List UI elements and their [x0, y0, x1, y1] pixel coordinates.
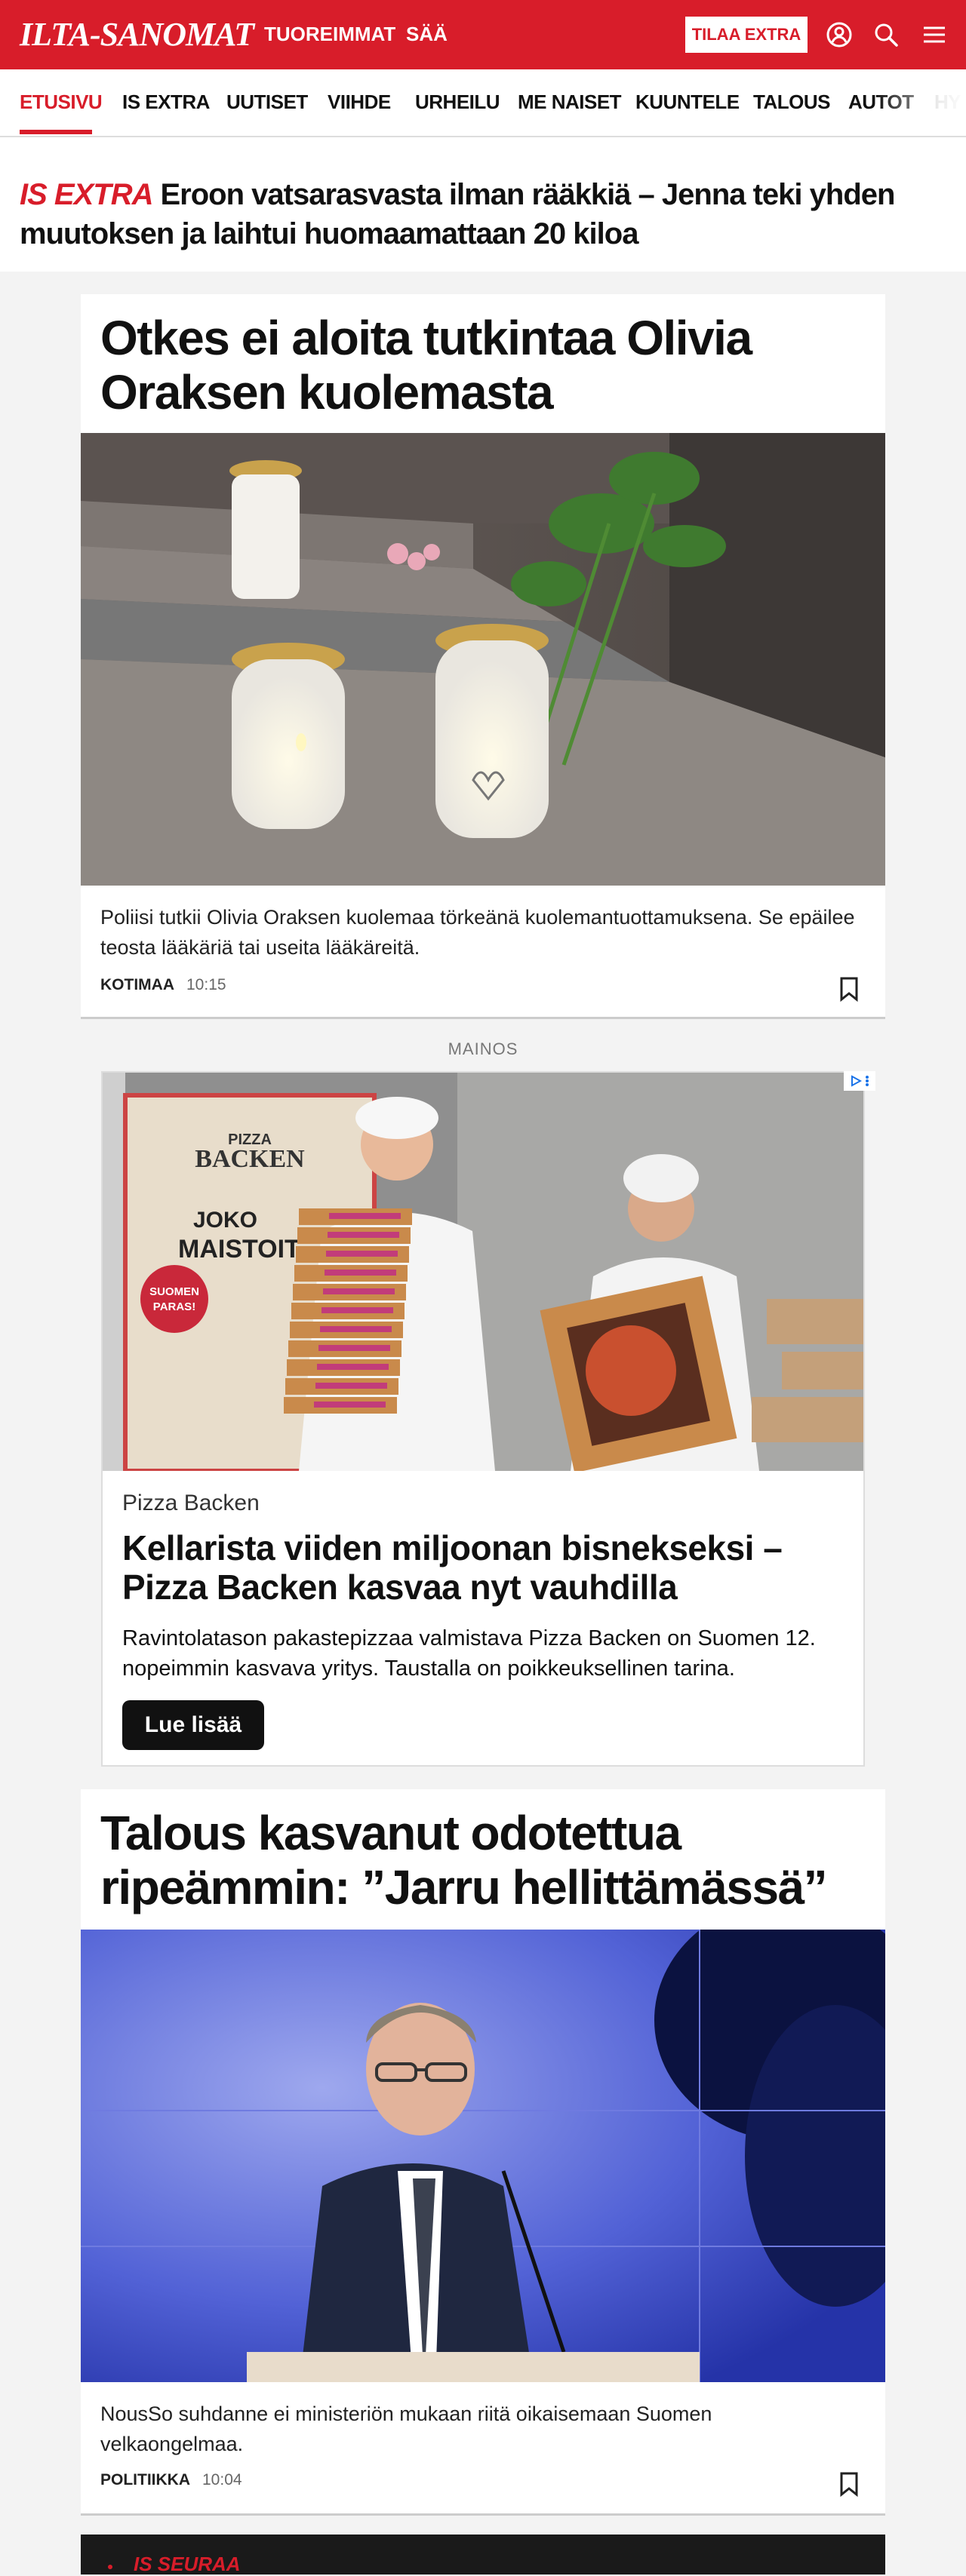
- article-image[interactable]: [81, 433, 885, 886]
- section-title[interactable]: IS SEURAA: [134, 2553, 241, 2576]
- tab-viihde[interactable]: VIIHDE: [328, 91, 391, 114]
- tab-kuuntele[interactable]: KUUNTELE: [635, 91, 740, 114]
- ad-brand[interactable]: Pizza Backen: [122, 1491, 260, 1516]
- ad-description: Ravintolatason pakastepizzaa valmistava …: [122, 1626, 816, 1681]
- ad-read-more-button[interactable]: Lue lisää: [122, 1700, 264, 1750]
- nav-fade: [875, 69, 966, 134]
- tab-talous[interactable]: TALOUS: [753, 91, 830, 114]
- subscribe-button[interactable]: TILAA EXTRA: [685, 17, 808, 53]
- tab-etusivu[interactable]: ETUSIVU: [20, 91, 103, 114]
- poster-line1: JOKO: [193, 1208, 257, 1233]
- section-nav: ETUSIVU IS EXTRA UUTISET VIIHDE URHEILU …: [0, 69, 966, 137]
- tab-urheilu[interactable]: URHEILU: [415, 91, 500, 114]
- article-time: 10:04: [202, 2471, 242, 2488]
- article-card[interactable]: Otkes ei aloita tutkintaa Olivia Oraksen…: [81, 294, 885, 1019]
- article-card[interactable]: Talous kasvanut odotettua ripeämmin: ”Ja…: [81, 1789, 885, 2516]
- live-dot-icon: [108, 2565, 112, 2569]
- tab-me-naiset[interactable]: ME NAISET: [518, 91, 622, 114]
- tab-uutiset[interactable]: UUTISET: [226, 91, 308, 114]
- poster-line2: MAISTOIT: [178, 1235, 300, 1263]
- poster-brand: BACKEN: [195, 1145, 305, 1173]
- ad-label: MAINOS: [448, 1039, 518, 1058]
- is-extra-teaser[interactable]: IS EXTRA Eroon vatsarasvasta ilman rääkki…: [0, 137, 966, 272]
- adchoices-icon[interactable]: [844, 1071, 875, 1091]
- article-image[interactable]: [81, 1930, 885, 2382]
- nav-link-weather[interactable]: SÄÄ: [406, 23, 448, 46]
- is-seuraa-section: IS SEURAA: [81, 2535, 885, 2576]
- article-headline[interactable]: Otkes ei aloita tutkintaa Olivia Oraksen…: [100, 311, 863, 419]
- article-lead: NousSo suhdanne ei ministeriön mukaan ri…: [100, 2403, 712, 2455]
- article-headline[interactable]: Talous kasvanut odotettua ripeämmin: ”Ja…: [100, 1806, 863, 1914]
- article-time: 10:15: [186, 976, 226, 993]
- article-category[interactable]: KOTIMAA: [100, 976, 174, 994]
- extra-headline[interactable]: IS EXTRA Eroon vatsarasvasta ilman rääkki…: [20, 175, 940, 253]
- extra-tag: IS EXTRA: [20, 178, 153, 211]
- article-meta: KOTIMAA 10:15: [100, 976, 226, 994]
- bookmark-icon[interactable]: [838, 976, 860, 1002]
- ad-title[interactable]: Kellarista viiden miljoonan bisnekseksi …: [122, 1528, 847, 1607]
- active-tab-indicator: [20, 130, 92, 134]
- top-bar: ILTA-SANOMAT TUOREIMMAT SÄÄ TILAA EXTRA: [0, 0, 966, 69]
- user-icon[interactable]: [823, 18, 856, 51]
- nav-link-latest[interactable]: TUOREIMMAT: [264, 23, 395, 46]
- badge-line2: PARAS!: [153, 1300, 195, 1313]
- menu-icon[interactable]: [918, 18, 951, 51]
- ad-image[interactable]: PIZZA BACKEN JOKO MAISTOIT SUOMEN PARAS!: [103, 1073, 865, 1471]
- badge-line1: SUOMEN: [149, 1285, 199, 1298]
- site-logo[interactable]: ILTA-SANOMAT: [20, 15, 254, 54]
- ad-card[interactable]: PIZZA BACKEN JOKO MAISTOIT SUOMEN PARAS!…: [101, 1071, 865, 1767]
- article-category[interactable]: POLITIIKKA: [100, 2471, 190, 2489]
- bookmark-icon[interactable]: [838, 2471, 860, 2497]
- article-lead: Poliisi tutkii Olivia Oraksen kuolemaa t…: [100, 906, 855, 959]
- search-icon[interactable]: [869, 18, 903, 51]
- article-meta: POLITIIKKA 10:04: [100, 2471, 242, 2489]
- tab-is-extra[interactable]: IS EXTRA: [122, 91, 210, 114]
